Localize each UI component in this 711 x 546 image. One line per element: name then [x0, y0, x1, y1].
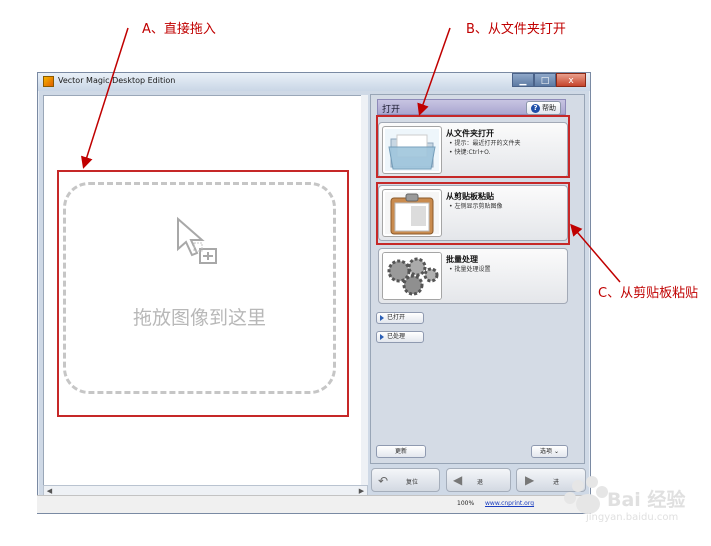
watermark-brand: Bai 经验 — [607, 489, 686, 511]
help-label: 帮助 — [542, 104, 556, 112]
annotation-c-box — [376, 182, 570, 245]
panel-header: 打开 ? 帮助 — [377, 99, 566, 115]
drag-drop-cursor-icon — [177, 216, 217, 264]
expand-icon — [380, 334, 384, 340]
drop-zone-text: 拖放图像到这里 — [132, 307, 266, 329]
expand-icon — [380, 315, 384, 321]
status-bar: 100% www.cnprint.org — [37, 495, 591, 513]
panel-title: 打开 — [382, 105, 401, 115]
help-icon: ? — [531, 103, 540, 113]
undo-icon: ↶ — [378, 474, 389, 488]
opened-list-button[interactable]: 已打开 — [376, 312, 424, 324]
back-button[interactable]: ◀ 退 — [446, 468, 511, 492]
zoom-level: 100% — [457, 500, 475, 507]
title-bar: Vector Magic Desktop Edition ▁ □ x — [38, 73, 590, 91]
annotation-a-label: A、直接拖入 — [142, 22, 216, 37]
options-button[interactable]: 选项 ⌄ — [531, 445, 568, 458]
reset-button[interactable]: ↶ 复位 — [371, 468, 440, 492]
gears-icon — [382, 252, 442, 300]
annotation-b-label: B、从文件夹打开 — [466, 22, 566, 37]
close-button[interactable]: x — [556, 73, 586, 87]
maximize-button[interactable]: □ — [534, 73, 556, 87]
chevron-down-icon: ⌄ — [553, 448, 559, 455]
batch-process-action[interactable]: 批量处理 • 批量处理设置 — [378, 248, 568, 304]
forward-arrow-icon: ▶ — [525, 473, 535, 487]
back-arrow-icon: ◀ — [453, 473, 463, 487]
annotation-b-box — [376, 115, 570, 178]
drop-zone[interactable]: 拖放图像到这里 — [63, 182, 336, 394]
navigation-bar: ↶ 复位 ◀ 退 ▶ 进 — [38, 468, 592, 492]
website-link[interactable]: www.cnprint.org — [485, 500, 534, 507]
batch-process-title: 批量处理 — [446, 255, 478, 264]
annotation-c-label: C、从剪贴板粘贴 — [598, 286, 699, 301]
canvas-vertical-scrollbar[interactable] — [361, 95, 368, 485]
update-button[interactable]: 更新 — [376, 445, 426, 458]
window-title: Vector Magic Desktop Edition — [58, 76, 176, 85]
app-logo-icon — [43, 76, 54, 87]
watermark-url: jingyan.baidu.com — [586, 512, 679, 523]
batch-process-bullets: • 批量处理设置 — [449, 266, 491, 273]
minimize-button[interactable]: ▁ — [512, 73, 534, 87]
window-controls: ▁ □ x — [512, 73, 586, 87]
help-button[interactable]: ? 帮助 — [526, 101, 561, 115]
processed-list-button[interactable]: 已处理 — [376, 331, 424, 343]
